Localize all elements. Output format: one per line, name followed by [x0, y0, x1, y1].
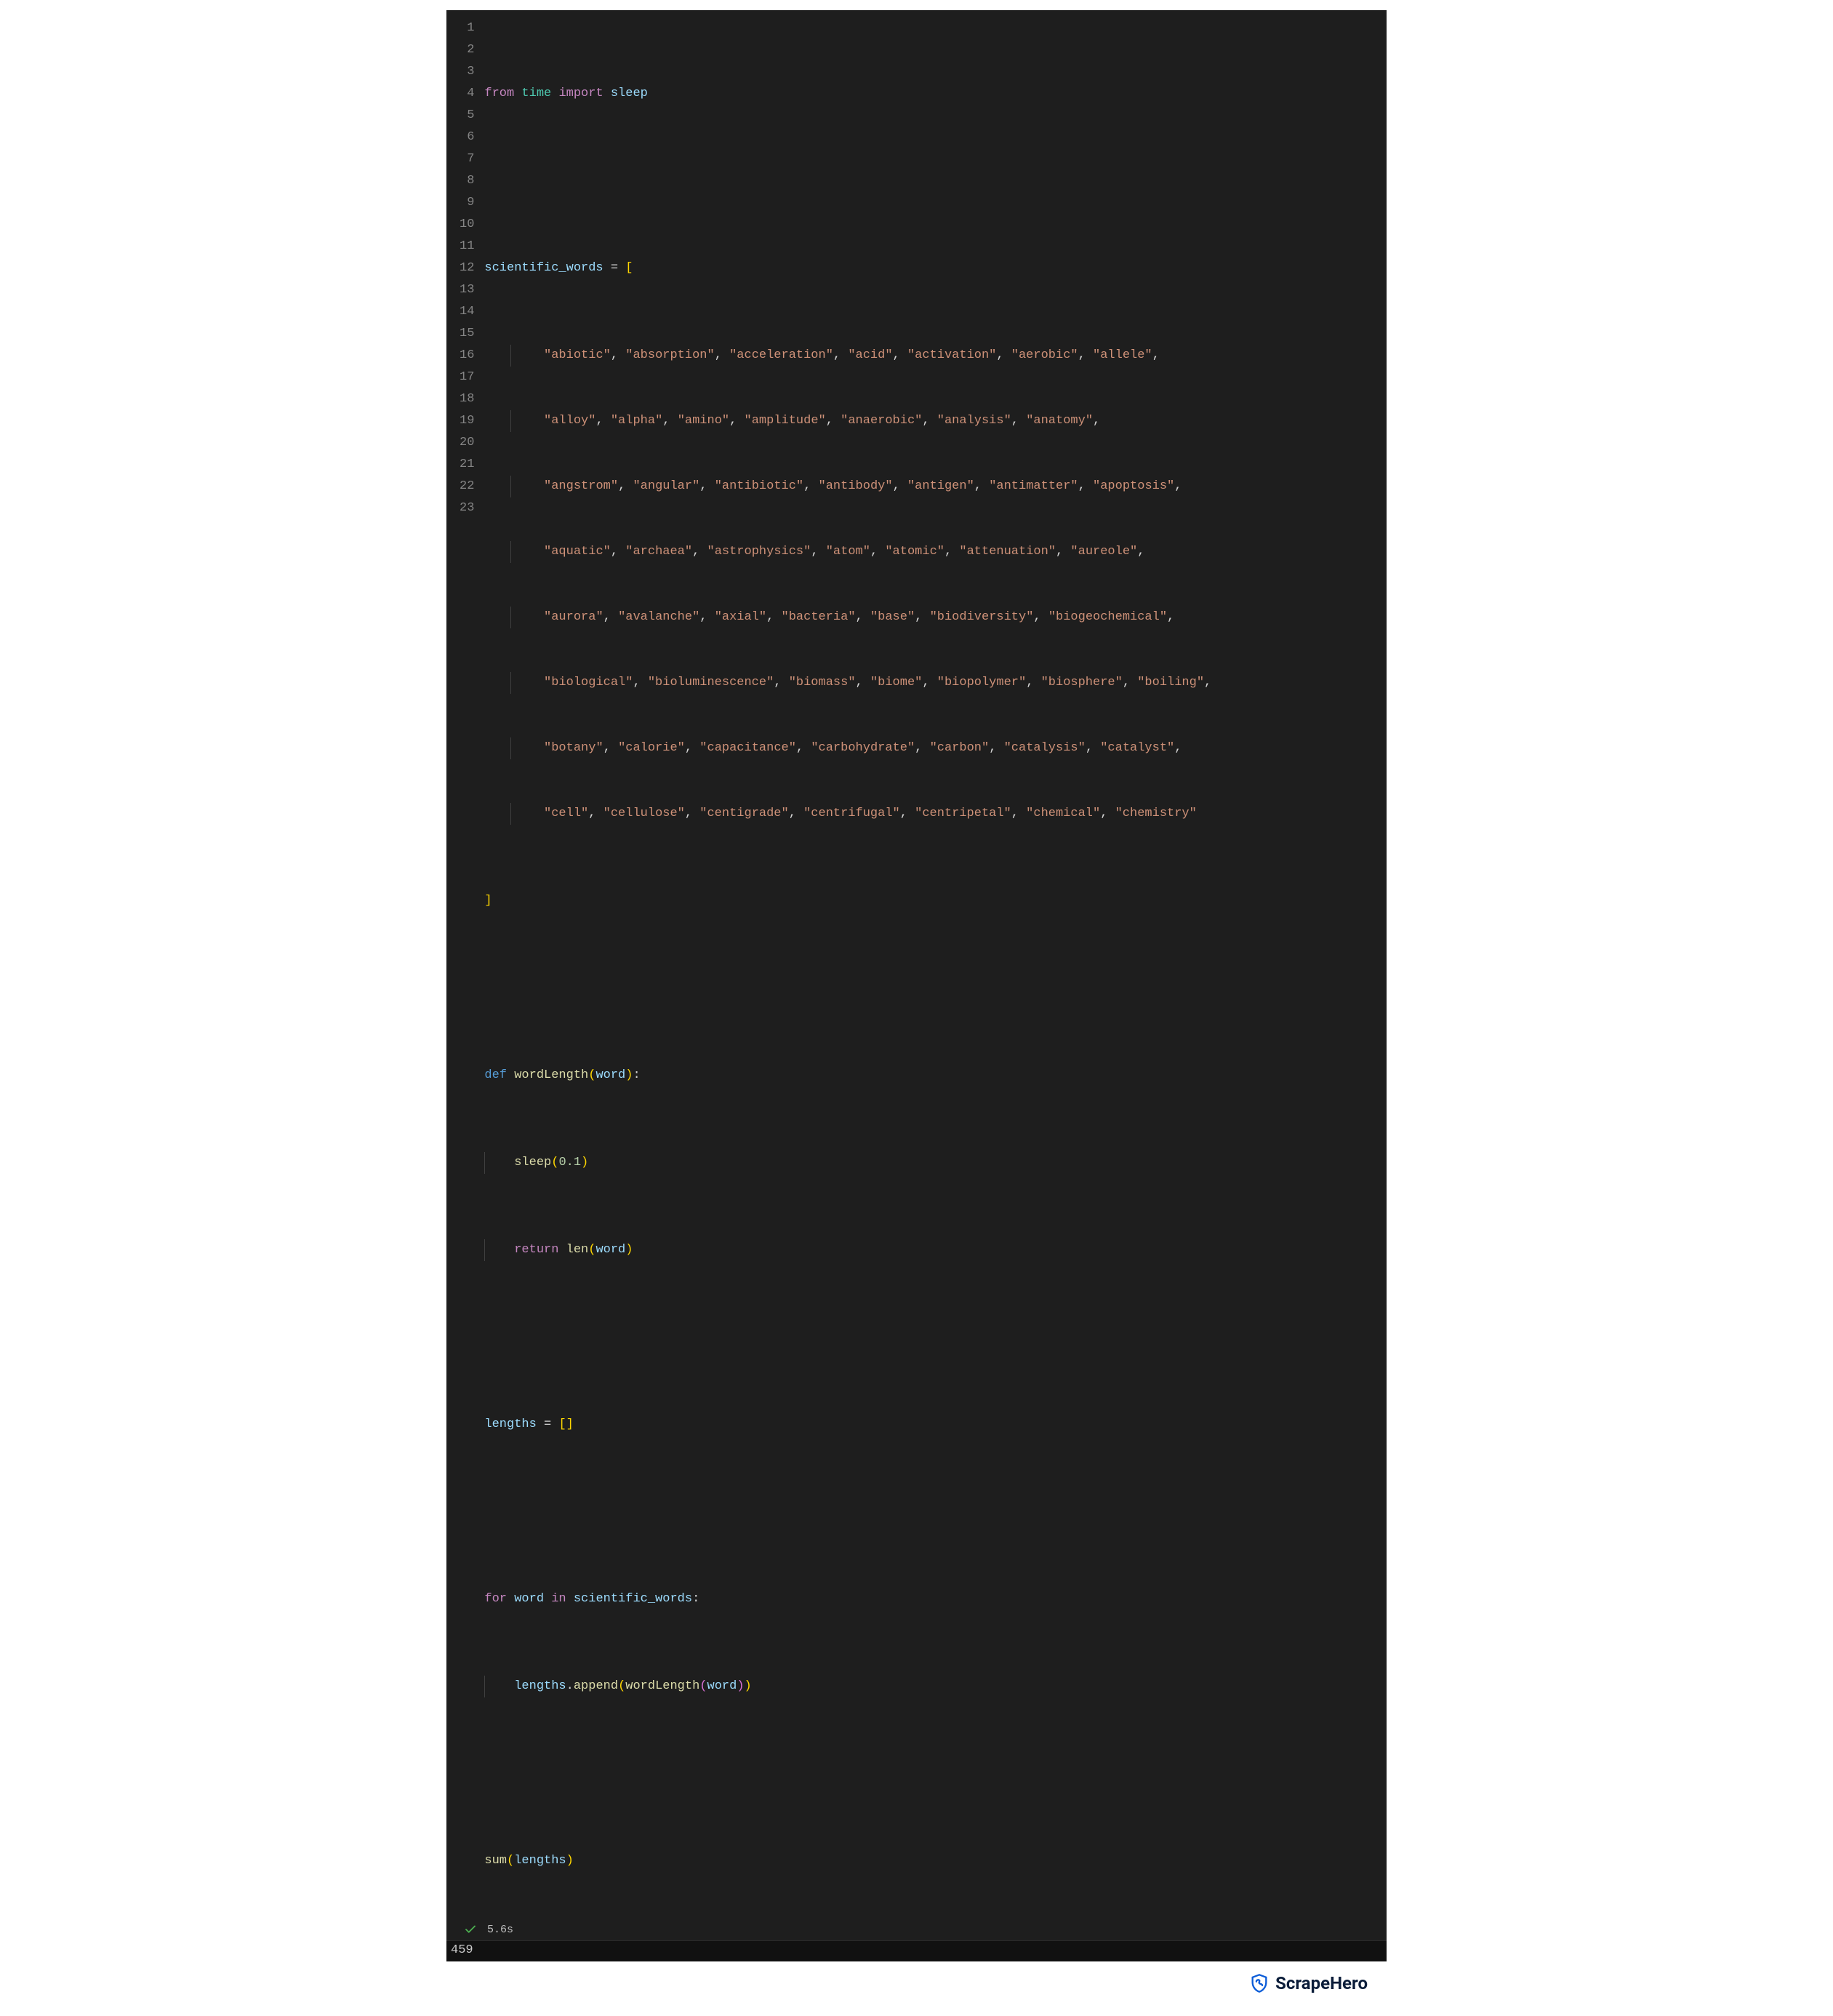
line-number: 1 [460, 17, 474, 39]
code-line[interactable]: for word in scientific_words: [484, 1588, 1211, 1610]
line-number: 18 [460, 388, 474, 410]
code-line[interactable] [484, 170, 1211, 192]
cell-output: 459 [446, 1940, 1387, 1961]
check-icon [464, 1923, 477, 1936]
line-number: 8 [460, 170, 474, 192]
line-number: 13 [460, 279, 474, 301]
watermark-text: ScrapeHero [1275, 1973, 1368, 1993]
code-line[interactable]: "botany", "calorie", "capacitance", "car… [484, 737, 1211, 759]
execution-time: 5.6s [487, 1924, 513, 1936]
line-number: 5 [460, 105, 474, 127]
line-number: 14 [460, 301, 474, 323]
code-line[interactable]: "aquatic", "archaea", "astrophysics", "a… [484, 541, 1211, 563]
code-line[interactable] [484, 1327, 1211, 1348]
code-line[interactable] [484, 1501, 1211, 1523]
line-number: 7 [460, 148, 474, 170]
code-line[interactable]: "cell", "cellulose", "centigrade", "cent… [484, 803, 1211, 825]
line-number: 23 [460, 497, 474, 519]
code-line[interactable]: from time import sleep [484, 83, 1211, 105]
code-line[interactable]: "biological", "bioluminescence", "biomas… [484, 672, 1211, 694]
line-number: 20 [460, 432, 474, 454]
watermark: ScrapeHero [446, 1961, 1387, 1993]
cell-status-bar: 5.6s [446, 1920, 1387, 1940]
line-number: 22 [460, 476, 474, 497]
line-number: 4 [460, 83, 474, 105]
code-line[interactable]: "aurora", "avalanche", "axial", "bacteri… [484, 607, 1211, 628]
code-line[interactable]: lengths = [] [484, 1414, 1211, 1436]
line-number: 16 [460, 345, 474, 367]
code-line[interactable]: "angstrom", "angular", "antibiotic", "an… [484, 476, 1211, 497]
line-number: 6 [460, 127, 474, 148]
code-line[interactable]: "alloy", "alpha", "amino", "amplitude", … [484, 410, 1211, 432]
code-line[interactable]: sum(lengths) [484, 1850, 1211, 1872]
line-number: 21 [460, 454, 474, 476]
output-value: 459 [451, 1943, 473, 1957]
code-line[interactable]: def wordLength(word): [484, 1065, 1211, 1087]
code-editor[interactable]: 1 2 3 4 5 6 7 8 9 10 11 12 13 14 15 16 1… [446, 10, 1387, 1961]
line-number: 3 [460, 61, 474, 83]
code-line[interactable]: sleep(0.1) [484, 1152, 1211, 1174]
code-line[interactable]: ] [484, 890, 1211, 912]
line-number: 10 [460, 214, 474, 236]
code-line[interactable]: "abiotic", "absorption", "acceleration",… [484, 345, 1211, 367]
line-number-gutter: 1 2 3 4 5 6 7 8 9 10 11 12 13 14 15 16 1… [446, 13, 484, 1920]
line-number: 19 [460, 410, 474, 432]
line-number: 11 [460, 236, 474, 257]
shield-icon [1249, 1973, 1270, 1993]
code-line[interactable] [484, 977, 1211, 999]
line-number: 9 [460, 192, 474, 214]
code-content[interactable]: from time import sleep scientific_words … [484, 13, 1217, 1920]
code-line[interactable]: scientific_words = [ [484, 257, 1211, 279]
line-number: 17 [460, 367, 474, 388]
code-line[interactable]: lengths.append(wordLength(word)) [484, 1676, 1211, 1697]
code-line[interactable] [484, 1763, 1211, 1785]
line-number: 12 [460, 257, 474, 279]
code-line[interactable]: return len(word) [484, 1239, 1211, 1261]
line-number: 15 [460, 323, 474, 345]
line-number: 2 [460, 39, 474, 61]
